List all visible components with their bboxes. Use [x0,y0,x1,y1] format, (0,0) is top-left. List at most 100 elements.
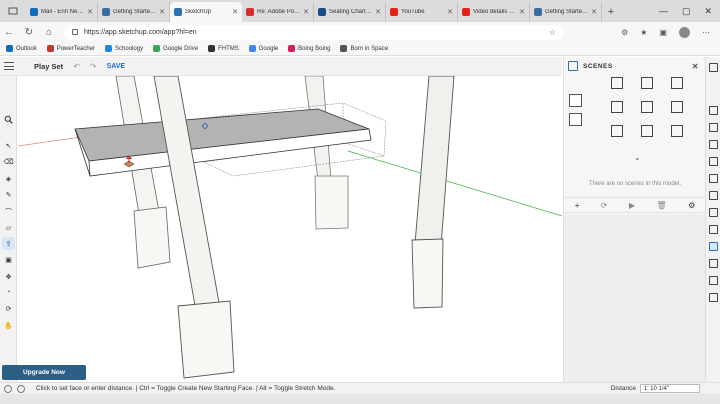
play-animation-icon[interactable]: ▶ [629,201,635,210]
standard-views-grid [602,77,692,137]
tab-favicon-icon [318,8,326,16]
upgrade-now-button[interactable]: Upgrade Now [2,365,86,380]
browser-tab[interactable]: Getting Started w ✕ [98,2,170,22]
close-window-icon[interactable]: ✕ [704,6,712,17]
arc-tool-icon[interactable]: ⌒ [2,205,15,218]
offset-tool-icon[interactable]: ▣ [2,253,15,266]
favorites-icon[interactable]: ★ [640,28,647,37]
parallel-view-icon[interactable] [569,94,582,107]
delete-scene-icon[interactable]: 🗑 [657,201,667,210]
top-view-icon[interactable] [641,77,653,89]
bottom-view-icon[interactable] [671,77,683,89]
bookmark-item[interactable]: Boing Boing [288,45,330,52]
outliner-icon[interactable] [709,191,718,200]
distance-input[interactable]: 1' 10 1/4" [640,384,700,393]
help-icon[interactable] [17,384,25,393]
left-view-icon[interactable] [671,101,683,113]
bookmark-favicon-icon [153,45,161,52]
display-icon[interactable] [709,208,718,217]
home-icon[interactable]: ⌂ [44,27,54,38]
avatar[interactable] [679,26,690,38]
modeling-viewport[interactable] [18,76,562,382]
tab-close-icon[interactable]: ✕ [232,8,238,16]
bookmark-label: Born in Space [350,45,389,52]
materials-icon[interactable] [709,140,718,149]
soften-edges-icon[interactable] [709,276,718,285]
push-pull-tool-icon[interactable]: ⇪ [2,237,15,250]
tape-measure-icon[interactable]: ◔ [2,286,15,299]
move-tool-icon[interactable]: ✥ [2,270,15,283]
tab-close-icon[interactable]: ✕ [87,8,93,16]
project-name[interactable]: Play Set [34,62,63,71]
maximize-icon[interactable]: ▢ [682,6,691,17]
url-input[interactable]: https://app.sketchup.com/app?hl=en ☆ [64,24,564,40]
collections-icon[interactable]: ▣ [659,28,667,37]
browser-tab[interactable]: Mail - Erin Needh ✕ [26,2,98,22]
minimize-icon[interactable]: — [659,6,668,16]
redo-icon[interactable]: ↷ [90,62,97,71]
bookmark-item[interactable]: Google [248,45,278,52]
tab-close-icon[interactable]: ✕ [519,8,525,16]
chevron-down-icon[interactable]: ⌄ [634,153,641,162]
iso-view-icon[interactable] [611,77,623,89]
browser-tab[interactable]: Getting Started w ✕ [530,2,602,22]
bookmark-item[interactable]: Outlook [6,45,37,52]
extensions-icon[interactable]: ⚙ [621,28,628,37]
tab-favicon-icon [462,8,470,16]
browser-tab[interactable]: Seating Chart: Fe ✕ [314,2,386,22]
styles-icon[interactable] [709,157,718,166]
bookmark-item[interactable]: Schoology [105,45,143,52]
tab-close-icon[interactable]: ✕ [303,8,309,16]
tab-close-icon[interactable]: ✕ [447,8,453,16]
scenes-rail-icon[interactable] [709,242,718,251]
back-icon[interactable]: ← [4,27,14,38]
pencil-tool-icon[interactable]: ✎ [2,188,15,201]
tab-actions-icon[interactable] [0,0,26,22]
home-view-icon[interactable] [641,125,653,137]
shadows-icon[interactable] [709,225,718,234]
instructor-icon[interactable] [709,106,718,115]
search-icon[interactable] [2,113,15,126]
browser-tab[interactable]: Re: Adobe Portfol ✕ [242,2,314,22]
select-tool-icon[interactable]: ↖ [2,139,15,152]
tab-title: Re: Adobe Portfol [257,9,301,15]
views-icon[interactable] [709,293,718,302]
bookmark-item[interactable]: PowerTeacher [46,45,95,52]
browser-tab[interactable]: SketchUp ✕ [170,2,242,22]
scenes-icon [568,61,578,71]
save-button[interactable]: SAVE [107,63,126,70]
orbit-tool-icon[interactable]: ⟳ [2,302,15,315]
favorite-star-icon[interactable]: ☆ [549,28,556,37]
perspective-view-icon[interactable] [569,113,582,126]
bookmark-item[interactable]: Born in Space [340,45,388,52]
update-scene-icon[interactable]: ⟳ [601,201,608,210]
close-panel-icon[interactable]: ✕ [692,62,699,71]
bookmark-item[interactable]: Google Drive [153,45,198,52]
undo-icon[interactable]: ↶ [73,62,80,71]
walk-tool-icon[interactable]: ✋ [2,319,15,332]
zoom-extents-icon[interactable] [671,125,683,137]
add-scene-icon[interactable]: + [575,201,580,210]
more-menu-icon[interactable]: ⋯ [702,28,710,37]
tab-close-icon[interactable]: ✕ [591,8,597,16]
back-view-icon[interactable] [641,101,653,113]
bookmarks-bar: Outlook PowerTeacher Schoology Google Drive… [0,42,720,56]
hamburger-menu-icon[interactable] [4,62,14,70]
browser-tab[interactable]: YouTube ✕ [386,2,458,22]
front-view-icon[interactable] [611,101,623,113]
bookmark-item[interactable]: FHTMS [208,45,239,52]
tab-close-icon[interactable]: ✕ [375,8,381,16]
components-icon[interactable] [709,123,718,132]
tags-icon[interactable] [709,174,718,183]
right-view-icon[interactable] [611,125,623,137]
scene-settings-icon[interactable]: ⚙ [688,201,695,210]
eraser-tool-icon[interactable]: ⌫ [2,155,15,168]
entity-info-icon[interactable] [709,63,718,72]
new-tab-button[interactable]: + [602,2,620,22]
paint-bucket-icon[interactable]: ◈ [2,172,15,185]
tab-close-icon[interactable]: ✕ [159,8,165,16]
refresh-icon[interactable]: ↻ [24,27,34,38]
browser-tab[interactable]: Video details - Y ✕ [458,2,530,22]
rectangle-tool-icon[interactable]: ▱ [2,221,15,234]
solid-inspector-icon[interactable] [709,259,718,268]
